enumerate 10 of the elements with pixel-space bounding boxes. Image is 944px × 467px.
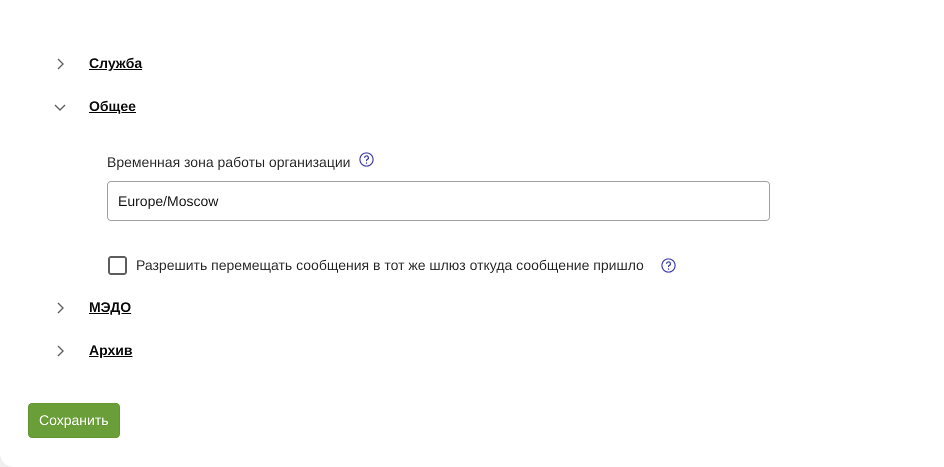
field-label: Временная зона работы организации [107,153,351,172]
section-link[interactable]: МЭДО [89,297,132,318]
timezone-field[interactable]: Europe/Moscow [107,181,770,221]
checkbox-label: Разрешить перемещать сообщения в тот же шлюз откуда сообщение пришло [136,256,644,275]
section-link[interactable]: Общее [89,96,136,117]
checkbox[interactable] [108,256,127,275]
section-link[interactable]: Служба [89,53,142,74]
section-link[interactable]: Архив [89,340,132,361]
help-icon[interactable] [358,152,374,167]
help-icon[interactable] [660,258,676,273]
